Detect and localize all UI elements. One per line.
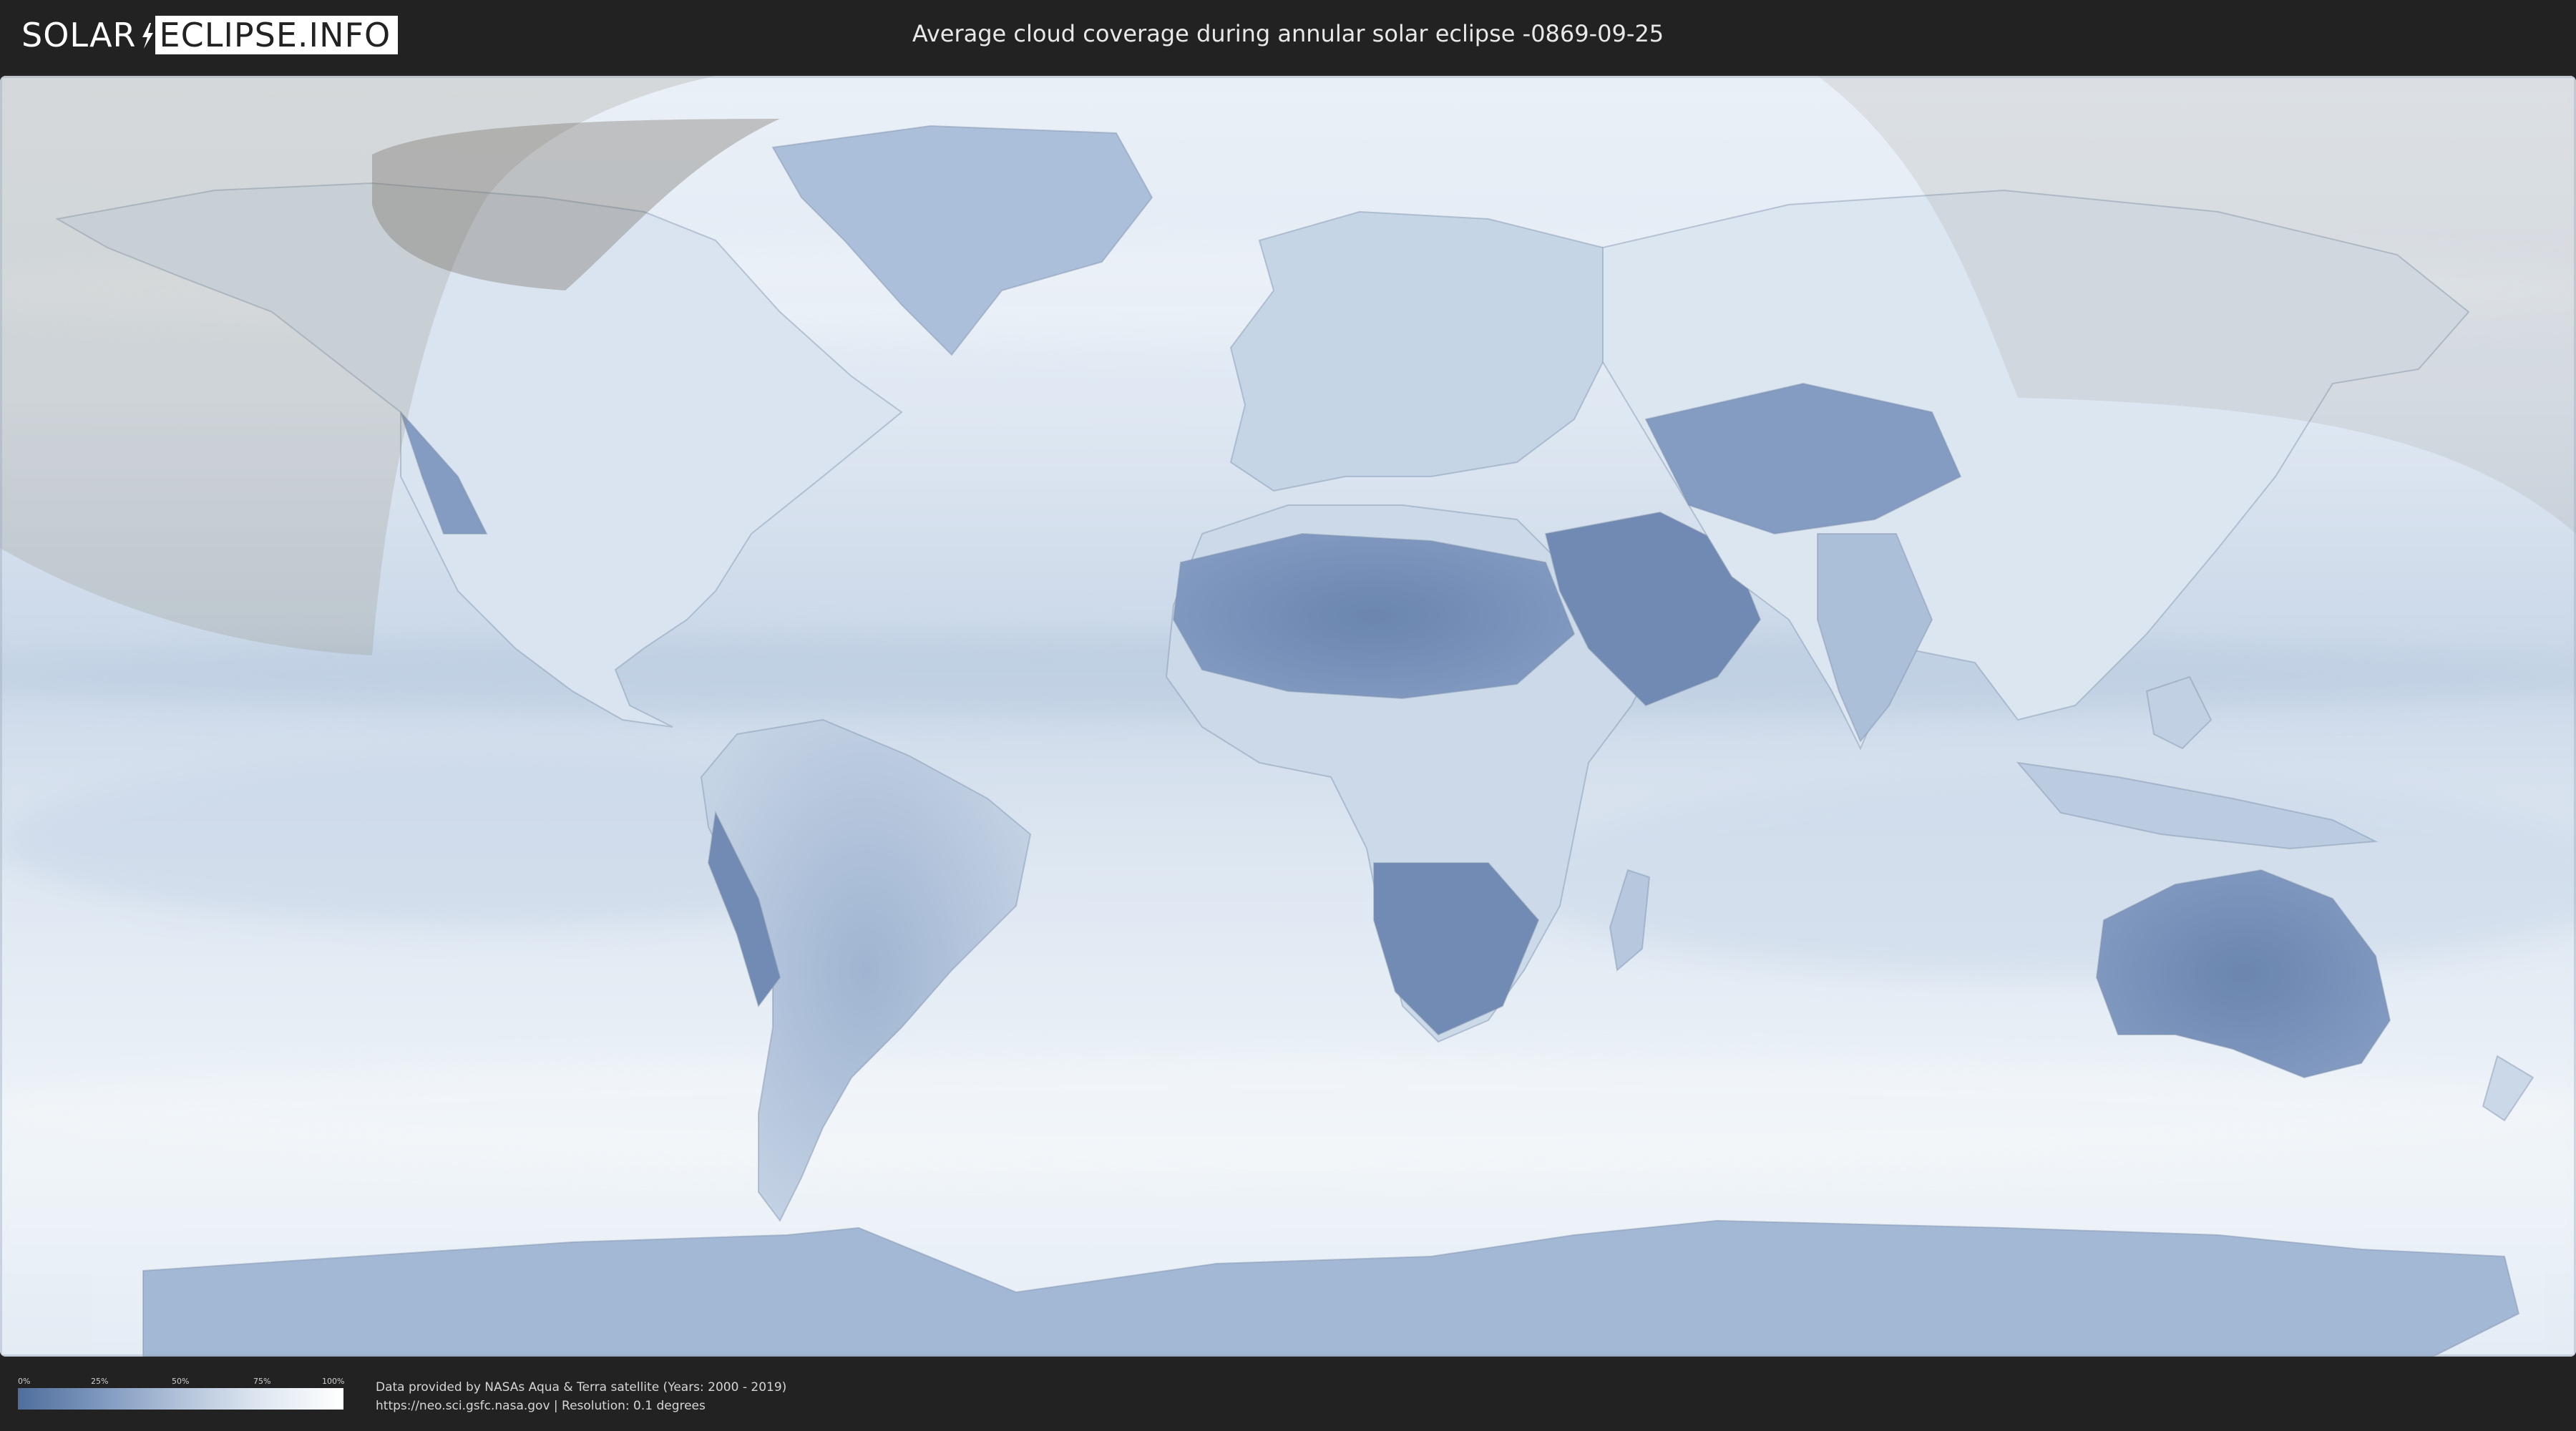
legend-gradient-bar: [18, 1388, 343, 1410]
page-title: Average cloud coverage during annular so…: [912, 20, 1664, 47]
legend-tick-0: 0%: [18, 1377, 31, 1386]
legend-tick-50: 50%: [172, 1377, 190, 1386]
legend-tick-75: 75%: [253, 1377, 271, 1386]
map-canvas: [0, 76, 2576, 1357]
legend-ticks: 0% 25% 50% 75% 100%: [18, 1377, 345, 1388]
page: SOLAR ECLIPSE.INFO Average cloud coverag…: [0, 0, 2576, 1431]
source-line[interactable]: https://neo.sci.gsfc.nasa.gov | Resoluti…: [376, 1397, 786, 1415]
color-legend: 0% 25% 50% 75% 100%: [18, 1377, 345, 1410]
legend-tick-25: 25%: [91, 1377, 109, 1386]
cloud-coverage-map: [0, 76, 2576, 1357]
header-bar: SOLAR ECLIPSE.INFO Average cloud coverag…: [0, 0, 2576, 73]
data-credits: Data provided by NASAs Aqua & Terra sate…: [376, 1378, 786, 1415]
legend-tick-100: 100%: [322, 1377, 345, 1386]
credit-line: Data provided by NASAs Aqua & Terra sate…: [376, 1380, 787, 1395]
